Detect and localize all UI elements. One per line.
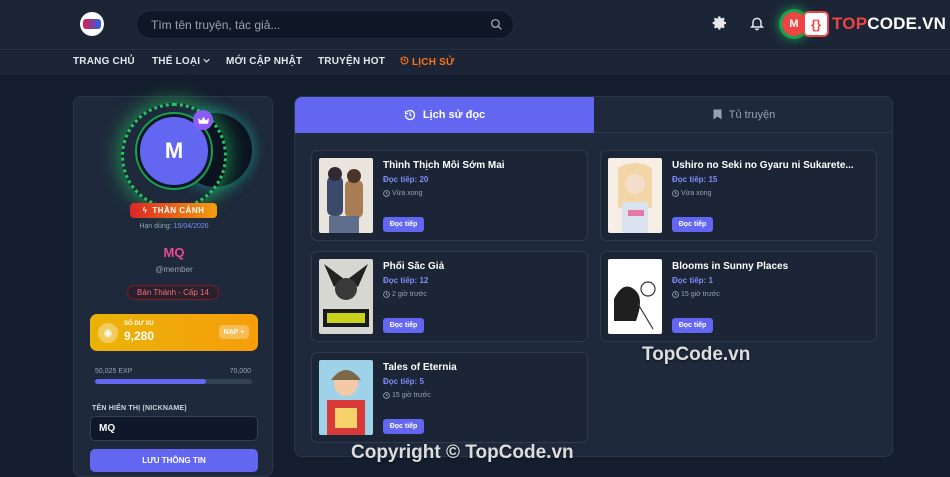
exp-max: 70,000 (229, 368, 251, 375)
nickname-label: TÊN HIỂN THỊ (NICKNAME) (92, 405, 187, 412)
manga-title[interactable]: Phối Sắc Giả (383, 261, 583, 272)
history-card: Phối Sắc Giả Đọc tiếp: 12 2 giờ trước Đọ… (311, 251, 588, 342)
save-profile-button[interactable]: LƯU THÔNG TIN (90, 449, 258, 472)
nav-home[interactable]: TRANG CHỦ (73, 56, 135, 67)
nickname-input[interactable] (90, 416, 258, 441)
clock-icon (383, 392, 390, 399)
gear-icon[interactable] (712, 15, 728, 31)
clock-icon (383, 291, 390, 298)
site-logo[interactable] (80, 12, 104, 36)
watermark-text: TopCode.vn (642, 344, 751, 365)
cover-image[interactable] (608, 259, 662, 334)
history-icon (404, 109, 415, 121)
manga-title[interactable]: Blooms in Sunny Places (672, 261, 872, 272)
brand-badge: {} (803, 11, 829, 37)
brand-logo: {} TOPCODE.VN (803, 10, 946, 38)
chapter-progress: Đọc tiếp: 5 (383, 377, 424, 386)
profile-card: M ϟ THẦN CẢNH Hạn dùng: 15/04/2026 MQ @me… (73, 96, 273, 477)
continue-reading-button[interactable]: Đọc tiếp (672, 318, 713, 333)
continue-reading-button[interactable]: Đọc tiếp (383, 419, 424, 434)
manga-title[interactable]: Ushiro no Seki no Gyaru ni Sukarete... (672, 160, 872, 171)
coins-icon: ◉ (98, 323, 118, 343)
last-read-time: Vừa xong (672, 190, 711, 197)
topup-button[interactable]: NẠP + (219, 325, 249, 339)
top-header: M {} TOPCODE.VN (0, 0, 950, 50)
chapter-progress: Đọc tiếp: 1 (672, 276, 713, 285)
chapter-progress: Đọc tiếp: 20 (383, 175, 429, 184)
history-icon (400, 56, 409, 65)
cover-image[interactable] (319, 259, 373, 334)
coin-balance-card: ◉ SỐ DƯ XU 9,280 NẠP + (90, 314, 258, 351)
search-icon[interactable] (490, 18, 503, 31)
tab-bookshelf[interactable]: Tủ truyện (594, 97, 892, 133)
chevron-down-icon (203, 58, 210, 63)
history-card: Thình Thịch Mỗi Sớm Mai Đọc tiếp: 20 Vừa… (311, 150, 588, 241)
chapter-progress: Đọc tiếp: 15 (672, 175, 718, 184)
continue-reading-button[interactable]: Đọc tiếp (383, 318, 424, 333)
last-read-time: 15 giờ trước (383, 392, 431, 399)
manga-title[interactable]: Thình Thịch Mỗi Sớm Mai (383, 160, 583, 171)
last-read-time: 15 giờ trước (672, 291, 720, 298)
clock-icon (672, 190, 679, 197)
copyright-watermark: Copyright © TopCode.vn (351, 442, 574, 463)
cover-image[interactable] (319, 158, 373, 233)
nav-hot[interactable]: TRUYỆN HOT (318, 56, 385, 67)
bookmark-icon (713, 109, 722, 120)
history-card: Ushiro no Seki no Gyaru ni Sukarete... Đ… (600, 150, 877, 241)
exp-progress-fill (95, 379, 207, 384)
coin-value: 9,280 (124, 329, 155, 343)
continue-reading-button[interactable]: Đọc tiếp (383, 217, 424, 232)
clock-icon (383, 190, 390, 197)
nav-history[interactable]: LỊCH SỬ (400, 56, 454, 68)
crown-icon (193, 110, 213, 130)
cover-image[interactable] (608, 158, 662, 233)
lightning-icon: ϟ (142, 206, 148, 215)
history-card: Blooms in Sunny Places Đọc tiếp: 1 15 gi… (600, 251, 877, 342)
coin-label: SỐ DƯ XU (124, 321, 154, 327)
last-read-time: Vừa xong (383, 190, 422, 197)
nav-latest[interactable]: MỚI CẬP NHẬT (226, 56, 302, 67)
history-card: Tales of Eternia Đọc tiếp: 5 15 giờ trướ… (311, 352, 588, 443)
exp-progress-bar (95, 379, 252, 384)
bell-icon[interactable] (749, 15, 765, 31)
user-handle: @member (155, 265, 193, 274)
main-nav: TRANG CHỦ THỂ LOẠI MỚI CẬP NHẬT TRUYỆN H… (0, 51, 950, 75)
display-name: MQ (163, 245, 185, 260)
brand-text: TOPCODE.VN (832, 14, 947, 33)
rank-badge: ϟ THẦN CẢNH (130, 203, 217, 218)
search-input[interactable] (151, 11, 481, 38)
nav-genres[interactable]: THỂ LOẠI (152, 56, 210, 67)
exp-current: 50,025 EXP (95, 368, 133, 375)
manga-title[interactable]: Tales of Eternia (383, 362, 583, 373)
history-panel: Lịch sử đọc Tủ truyện Thình Thịch Mỗi Sớ… (294, 96, 893, 457)
level-badge: Bán Thánh - Cấp 14 (127, 285, 219, 300)
tab-reading-history[interactable]: Lịch sử đọc (295, 97, 594, 133)
cover-image[interactable] (319, 360, 373, 435)
clock-icon (672, 291, 679, 298)
expiry-text: Hạn dùng: 15/04/2026 (139, 223, 209, 230)
chapter-progress: Đọc tiếp: 12 (383, 276, 429, 285)
last-read-time: 2 giờ trước (383, 291, 427, 298)
continue-reading-button[interactable]: Đọc tiếp (672, 217, 713, 232)
search-bar (136, 10, 514, 39)
